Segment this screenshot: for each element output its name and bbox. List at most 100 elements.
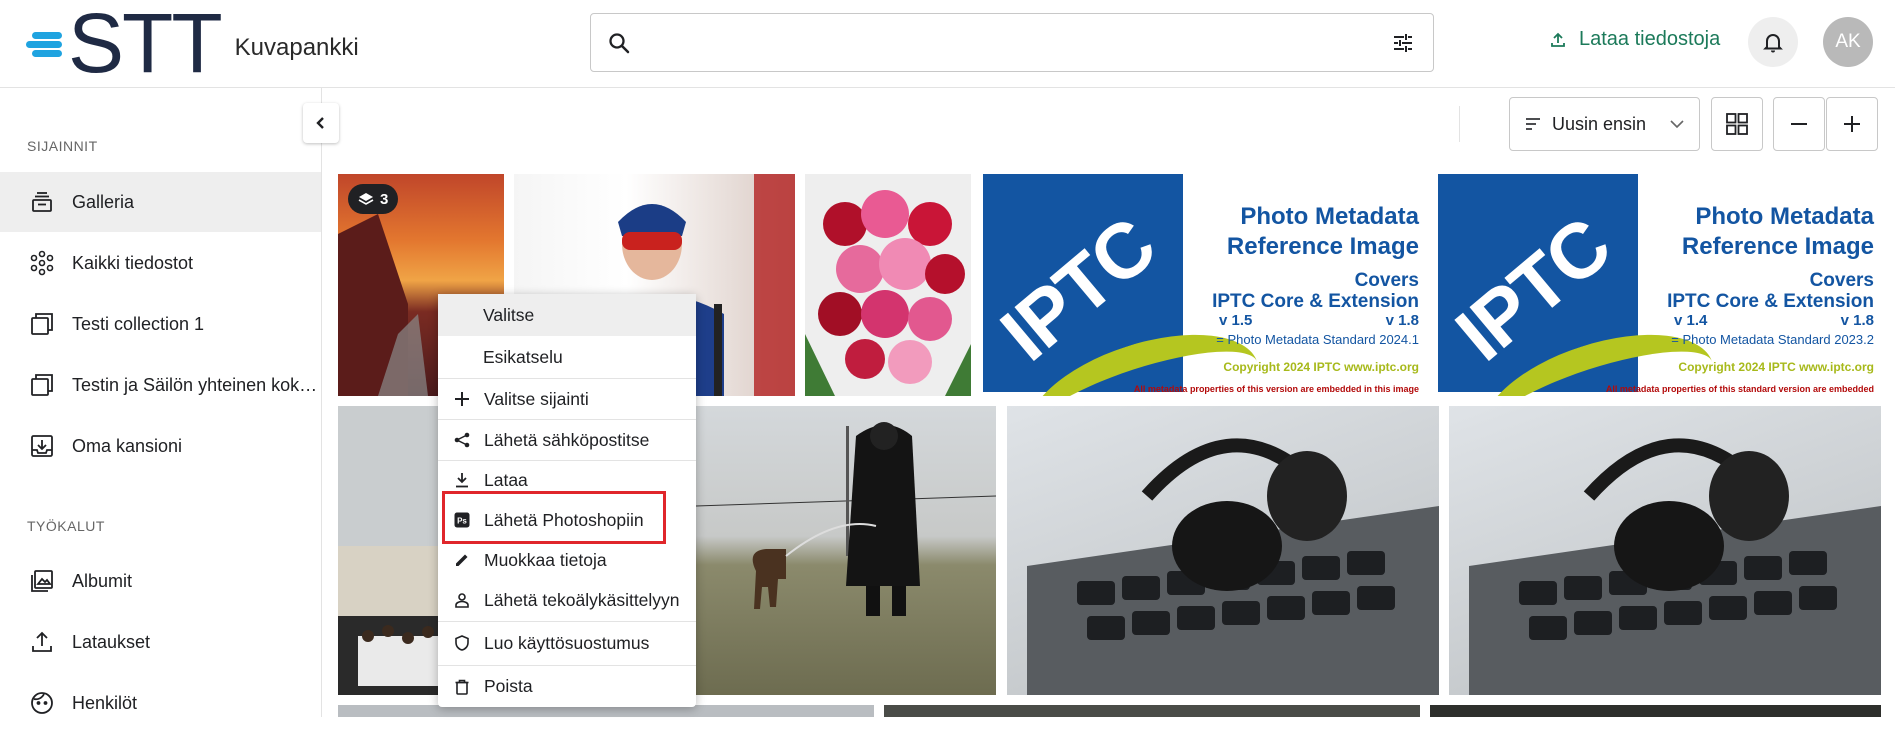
app-subtitle: Kuvapankki: [234, 34, 359, 61]
all-files-icon: [28, 249, 56, 277]
collection-icon: [28, 310, 56, 338]
menu-item-label: Muokkaa tietoja: [484, 549, 607, 570]
collection-icon: [28, 371, 56, 399]
iptc-note: All metadata properties of this version …: [1133, 384, 1419, 394]
section-title-tools: TYÖKALUT: [27, 518, 105, 534]
zoom-out-button[interactable]: [1773, 97, 1825, 151]
stack-count-badge: 3: [348, 184, 399, 214]
sidebar: SIJAINNIT Galleria Kaikki tiedostot Test…: [0, 88, 322, 717]
sidebar-item-gallery[interactable]: Galleria: [0, 172, 321, 232]
roses-image: [805, 190, 971, 396]
sidebar-item-label: Testi collection 1: [72, 313, 205, 334]
upload-files-button[interactable]: Lataa tiedostoja: [1549, 28, 1720, 51]
plus-icon: [452, 389, 472, 409]
shield-icon: [452, 633, 472, 653]
headphones-laptop-image: [1469, 438, 1881, 695]
highlight-box: [442, 491, 666, 544]
menu-item-label: Lähetä tekoälykäsittelyyn: [484, 589, 680, 610]
image-tile-row3-2[interactable]: [884, 705, 1420, 717]
plus-icon: [1844, 116, 1860, 132]
search-icon[interactable]: [607, 31, 631, 60]
sort-label: Uusin ensin: [1552, 113, 1647, 134]
iptc-title: Photo Metadata Reference Image: [1226, 203, 1419, 260]
menu-item-label: Lähetä sähköpostitse: [484, 429, 650, 450]
pencil-icon: [452, 550, 472, 570]
menu-item-preview[interactable]: Esikatselu: [438, 336, 696, 378]
face-icon: [28, 689, 56, 717]
toolbar-divider: [1459, 106, 1460, 142]
download-icon: [452, 470, 472, 490]
menu-item-label: Luo käyttösuostumus: [484, 632, 650, 653]
menu-item-create-consent[interactable]: Luo käyttösuostumus: [438, 622, 696, 664]
image-tile-row3-3[interactable]: [1430, 705, 1881, 717]
menu-item-label: Valitse: [483, 304, 535, 325]
image-tile-dog-walk[interactable]: [696, 406, 996, 695]
dog-walk-image: [696, 422, 996, 616]
collapse-sidebar-button[interactable]: [303, 103, 339, 143]
menu-item-send-email[interactable]: Lähetä sähköpostitse: [438, 420, 696, 460]
person-icon: [452, 590, 472, 610]
iptc-copyright: Copyright 2024 IPTC www.iptc.org: [1678, 360, 1874, 374]
iptc-standard: = Photo Metadata Standard 2023.2: [1671, 332, 1874, 347]
sidebar-item-testi-collection-1[interactable]: Testi collection 1: [0, 294, 321, 354]
sidebar-item-label: Kaikki tiedostot: [72, 252, 194, 273]
sidebar-item-label: Lataukset: [72, 631, 151, 652]
image-tile-iptc-2024[interactable]: IPTC Photo Metadata Reference Image Cover…: [983, 174, 1425, 396]
iptc-covers: Covers: [1809, 270, 1874, 291]
zoom-in-button[interactable]: [1826, 97, 1878, 151]
album-icon: [28, 567, 56, 595]
menu-item-label: Lataa: [484, 469, 528, 490]
filter-settings-icon[interactable]: [1391, 31, 1415, 60]
chevron-down-icon: [1670, 120, 1684, 129]
sidebar-item-label: Oma kansioni: [72, 435, 183, 456]
grid-icon: [1726, 113, 1748, 135]
image-tile-roses[interactable]: [805, 174, 971, 396]
sidebar-item-albums[interactable]: Albumit: [0, 551, 321, 611]
top-bar: STT Kuvapankki Lataa tiedostoja AK: [0, 0, 1895, 88]
menu-item-delete[interactable]: Poista: [438, 666, 696, 707]
iptc-standard: = Photo Metadata Standard 2024.1: [1216, 332, 1419, 347]
menu-item-choose-location[interactable]: Valitse sijainti: [438, 379, 696, 419]
gallery-stack-icon: [28, 188, 56, 216]
sort-select[interactable]: Uusin ensin: [1509, 97, 1700, 151]
sidebar-item-persons[interactable]: Henkilöt: [0, 673, 321, 733]
sidebar-item-all-files[interactable]: Kaikki tiedostot: [0, 233, 321, 293]
section-title-locations: SIJAINNIT: [27, 138, 98, 154]
image-tile-headphones-1[interactable]: [1007, 406, 1439, 695]
sidebar-item-label: Henkilöt: [72, 692, 138, 713]
iptc-core: IPTC Core & Extension: [1667, 291, 1874, 312]
stack-count: 3: [380, 190, 389, 208]
menu-item-select[interactable]: Valitse: [438, 294, 696, 336]
image-tile-headphones-2[interactable]: [1449, 406, 1881, 695]
image-tile-iptc-2023[interactable]: IPTC Photo Metadata Reference Image Cover…: [1438, 174, 1880, 396]
search-bar[interactable]: [590, 13, 1434, 72]
inbox-folder-icon: [28, 432, 56, 460]
bell-icon: [1763, 34, 1783, 53]
iptc-copyright: Copyright 2024 IPTC www.iptc.org: [1223, 360, 1419, 374]
upload-icon: [28, 628, 56, 656]
menu-item-label: Poista: [484, 676, 533, 696]
upload-icon: [1551, 32, 1565, 47]
iptc-covers: Covers: [1354, 270, 1419, 291]
menu-item-edit-info[interactable]: Muokkaa tietoja: [438, 540, 696, 580]
menu-item-label: Valitse sijainti: [484, 388, 589, 409]
sidebar-item-uploads[interactable]: Lataukset: [0, 612, 321, 672]
minus-icon: [1791, 123, 1807, 125]
iptc-note: All metadata properties of this standard…: [1605, 384, 1874, 394]
chevron-left-icon: [316, 117, 324, 129]
sidebar-item-shared-collection[interactable]: Testin ja Säilön yhteinen kok…: [0, 355, 321, 415]
sort-icon: [1526, 118, 1540, 130]
sidebar-item-label: Galleria: [72, 191, 135, 212]
stt-logo-mark-icon: [26, 23, 66, 63]
iptc-title: Photo Metadata Reference Image: [1681, 203, 1874, 260]
notifications-button[interactable]: [1748, 17, 1798, 67]
user-avatar[interactable]: AK: [1823, 17, 1873, 67]
grid-view-button[interactable]: [1711, 97, 1763, 151]
menu-item-send-ai[interactable]: Lähetä tekoälykäsittelyyn: [438, 580, 696, 620]
stt-logo[interactable]: STT Kuvapankki: [26, 0, 359, 90]
headphones-laptop-image: [1027, 438, 1439, 695]
upload-files-label: Lataa tiedostoja: [1579, 28, 1721, 50]
sidebar-item-own-folder[interactable]: Oma kansioni: [0, 416, 321, 476]
logo-text: STT: [68, 0, 223, 90]
share-icon: [452, 430, 472, 450]
